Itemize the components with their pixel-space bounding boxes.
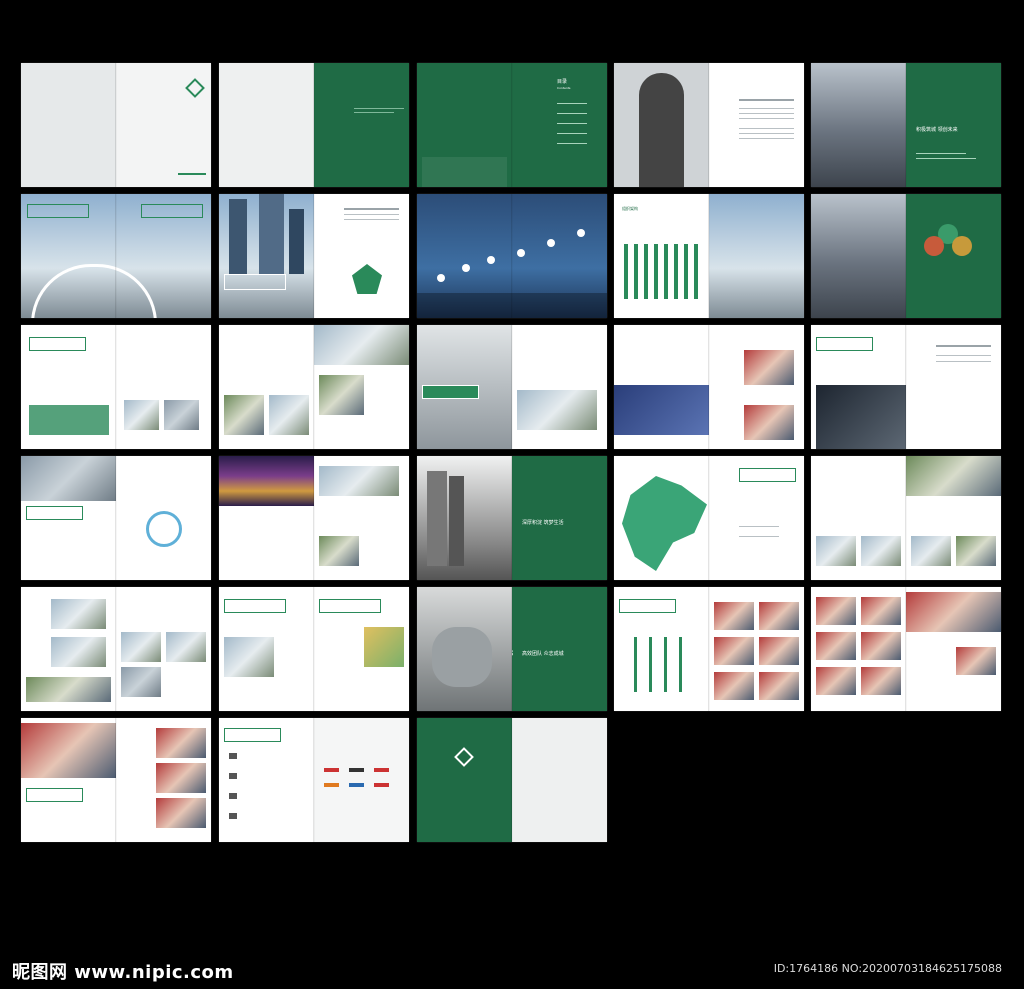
org-chart-title: 组织架构 <box>622 206 638 211</box>
spread-chapter-01: 01 积极筑城 领创未来 <box>811 63 1001 187</box>
map-region-icon <box>622 476 707 571</box>
chapter-03-title: 高效团队 众志成城 <box>522 651 564 657</box>
contents-subtitle: Contents <box>557 86 571 90</box>
spread-buildings <box>219 325 409 449</box>
spread-team <box>614 587 804 711</box>
spread-platform <box>811 194 1001 318</box>
spread-events <box>811 587 1001 711</box>
spread-commercial <box>219 587 409 711</box>
spread-org-chart: 组织架构 <box>614 194 804 318</box>
spread-culture <box>21 718 211 842</box>
spread-partners <box>219 718 409 842</box>
watermark-site: 昵图网 www.nipic.com <box>12 962 234 983</box>
spread-towers <box>219 194 409 318</box>
spread-realestate <box>417 325 607 449</box>
spread-timeline-blue <box>417 194 607 318</box>
spread-night <box>219 456 409 580</box>
spread-bridge <box>21 194 211 318</box>
spread-industry <box>21 325 211 449</box>
spread-finance <box>811 325 1001 449</box>
chapter-01-title: 积极筑城 领创未来 <box>916 127 958 133</box>
handshake-icon <box>432 627 492 687</box>
back-cover-logo-icon <box>454 747 474 767</box>
spread-conference <box>614 325 804 449</box>
spread-cover <box>21 63 211 187</box>
spread-map <box>614 456 804 580</box>
spread-chapter-03: 03 高效团队 众志成城 <box>417 587 607 711</box>
spread-residential <box>811 456 1001 580</box>
spread-inner-cover <box>219 63 409 187</box>
pentagon-diagram-icon <box>352 264 382 294</box>
spread-chapter-02: 02 深厚积淀 筑梦生活 <box>417 456 607 580</box>
spread-back-cover <box>417 718 607 842</box>
spread-service <box>21 456 211 580</box>
spread-chairman <box>614 63 804 187</box>
chapter-02-title: 深厚积淀 筑梦生活 <box>522 520 564 526</box>
spread-contents: 目录 Contents <box>417 63 607 187</box>
silhouette-person-icon <box>639 73 684 187</box>
spread-projects <box>21 587 211 711</box>
brand-logo-icon <box>185 78 205 98</box>
image-id: ID:1764186 NO:20200703184625175088 <box>773 962 1002 975</box>
